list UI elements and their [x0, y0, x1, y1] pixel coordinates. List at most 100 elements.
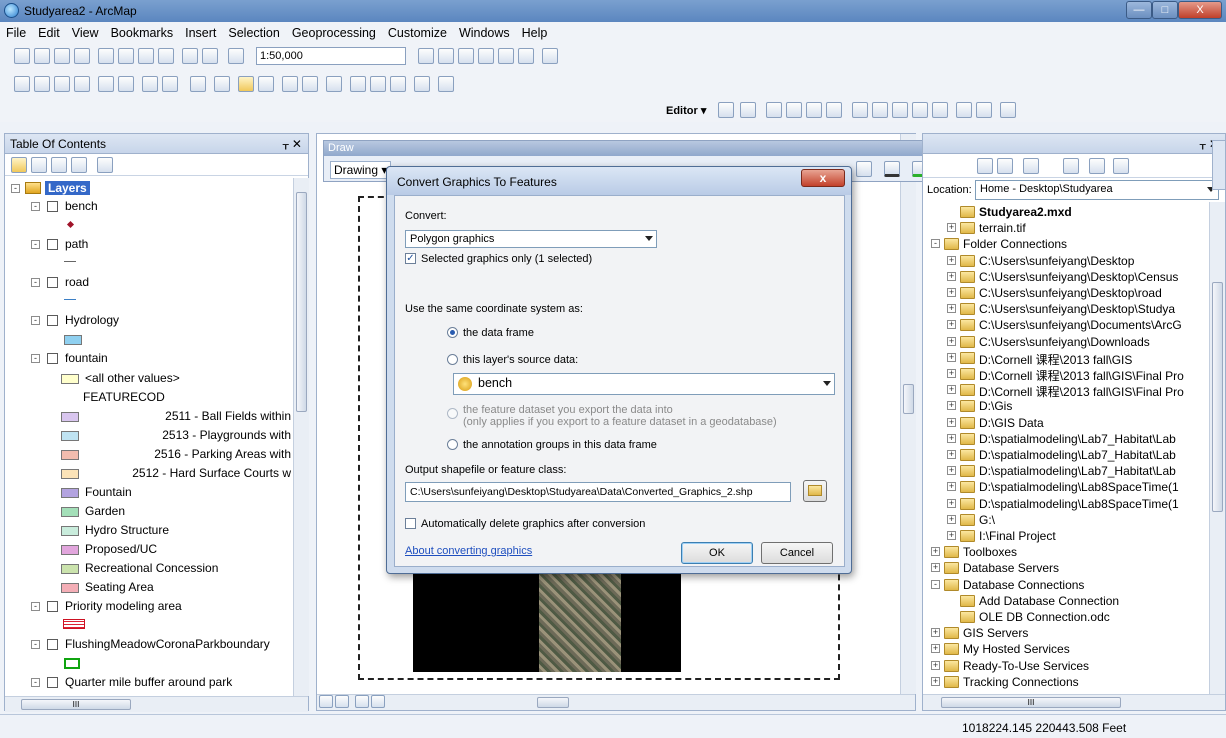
expand-icon[interactable]: + [947, 385, 956, 395]
menu-customize[interactable]: Customize [382, 22, 453, 40]
layer-visibility-checkbox[interactable] [47, 239, 58, 250]
delete-icon[interactable] [158, 48, 174, 64]
add-data-icon[interactable] [228, 48, 244, 64]
expand-icon[interactable]: + [947, 450, 956, 459]
trace-icon[interactable] [806, 102, 822, 118]
back-arrow-icon[interactable] [142, 76, 158, 92]
print-icon[interactable] [74, 48, 90, 64]
layer-visibility-checkbox[interactable] [47, 353, 58, 364]
redo-icon[interactable] [202, 48, 218, 64]
measure-icon[interactable] [326, 76, 342, 92]
radio-feature-dataset[interactable] [447, 408, 458, 419]
expand-icon[interactable]: + [947, 304, 956, 314]
edit-vertices-icon[interactable] [852, 102, 868, 118]
layout-hscroll-thumb[interactable] [537, 697, 569, 708]
layout-vertical-scrollbar[interactable] [900, 134, 916, 694]
expand-icon[interactable]: + [947, 320, 956, 330]
legend-class-item[interactable]: Hydro Structure [5, 522, 294, 540]
html-popup-icon[interactable] [302, 76, 318, 92]
attributes-icon[interactable] [956, 102, 972, 118]
layer-visibility-checkbox[interactable] [47, 639, 58, 650]
create-viewer-window-icon[interactable] [438, 76, 454, 92]
arccatalog-icon[interactable] [1089, 158, 1105, 174]
legend-class-item[interactable]: Recreational Concession [5, 560, 294, 578]
catalog-window-icon[interactable] [458, 48, 474, 64]
toc-pin-close[interactable]: ᚁ ✕ [283, 137, 302, 151]
collapse-icon[interactable]: - [31, 678, 40, 687]
expand-icon[interactable]: + [947, 498, 956, 508]
layer-visibility-checkbox[interactable] [47, 315, 58, 326]
menu-file[interactable]: File [0, 22, 32, 40]
expand-icon[interactable]: + [931, 644, 940, 654]
collapse-icon[interactable]: - [31, 602, 40, 611]
full-extent-icon[interactable] [74, 76, 90, 92]
menu-view[interactable]: View [66, 22, 105, 40]
straight-segment-icon[interactable] [766, 102, 782, 118]
rotate-icon[interactable] [932, 102, 948, 118]
expand-icon[interactable]: + [947, 531, 956, 540]
refresh-catalog-icon[interactable] [1063, 158, 1079, 174]
menu-geoprocessing[interactable]: Geoprocessing [286, 22, 382, 40]
maximize-button[interactable]: □ [1152, 1, 1178, 19]
time-slider-icon[interactable] [414, 76, 430, 92]
legend-class-item[interactable]: Proposed/UC [5, 541, 294, 559]
reshape-icon[interactable] [872, 102, 888, 118]
select-elements-icon[interactable] [238, 76, 254, 92]
expand-icon[interactable]: + [931, 676, 940, 686]
ok-button[interactable]: OK [681, 542, 753, 564]
list-by-drawing-order-icon[interactable] [11, 157, 27, 173]
toc-vertical-scrollbar[interactable] [293, 178, 309, 696]
save-icon[interactable] [54, 48, 70, 64]
collapse-icon[interactable]: - [11, 184, 20, 193]
selected-only-checkbox[interactable]: ✓ [405, 253, 416, 264]
menu-edit[interactable]: Edit [32, 22, 66, 40]
collapse-icon[interactable]: - [31, 316, 40, 325]
pause-drawing-icon[interactable] [371, 695, 385, 708]
menu-windows[interactable]: Windows [453, 22, 516, 40]
layout-scroll-thumb[interactable] [903, 384, 914, 414]
cut-polygons-icon[interactable] [892, 102, 908, 118]
browse-folder-button[interactable] [803, 480, 827, 502]
auto-delete-checkbox[interactable] [405, 518, 416, 529]
layout-horizontal-scrollbar[interactable] [317, 694, 915, 710]
about-converting-link[interactable]: About converting graphics [405, 545, 532, 557]
fixed-zoom-out-icon[interactable] [118, 76, 134, 92]
cut-icon[interactable] [98, 48, 114, 64]
identify-icon[interactable] [258, 76, 274, 92]
editor-toolbar-icon[interactable] [418, 48, 434, 64]
legend-class-item[interactable]: Seating Area [5, 579, 294, 597]
catalog-horizontal-scrollbar[interactable]: III [923, 694, 1225, 710]
collapse-icon[interactable]: - [31, 278, 40, 287]
expand-icon[interactable]: + [931, 660, 940, 670]
expand-icon[interactable]: + [947, 433, 956, 443]
expand-icon[interactable]: + [947, 466, 956, 476]
collapse-icon[interactable]: - [31, 640, 40, 649]
refresh-icon[interactable] [355, 695, 369, 708]
cancel-button[interactable]: Cancel [761, 542, 833, 564]
search-side-tab[interactable] [1212, 140, 1226, 190]
legend-class-item[interactable]: Fountain [5, 484, 294, 502]
toggle-contents-icon[interactable] [1023, 158, 1039, 174]
toc-horizontal-scrollbar[interactable]: III [5, 696, 308, 712]
toc-hscroll-thumb[interactable]: III [21, 699, 131, 710]
radio-data-frame[interactable] [447, 327, 458, 338]
expand-icon[interactable]: + [947, 417, 956, 427]
catalog-scroll-thumb[interactable] [1212, 282, 1223, 512]
convert-type-select[interactable]: Polygon graphics [405, 230, 657, 248]
radio-annotation-groups[interactable] [447, 439, 458, 450]
expand-icon[interactable]: + [947, 255, 956, 265]
model-builder-icon[interactable] [542, 48, 558, 64]
expand-icon[interactable]: + [931, 628, 940, 638]
python-window-icon[interactable] [518, 48, 534, 64]
search-window-icon[interactable] [478, 48, 494, 64]
menu-insert[interactable]: Insert [179, 22, 222, 40]
catalog-hscroll-thumb[interactable]: III [941, 697, 1121, 708]
line-color-icon[interactable] [884, 161, 900, 177]
expand-icon[interactable]: + [947, 401, 956, 411]
close-window-button[interactable]: X [1178, 1, 1222, 19]
legend-class-item[interactable]: <all other values> [5, 370, 294, 388]
zoom-in-icon[interactable] [14, 76, 30, 92]
expand-icon[interactable]: + [947, 336, 956, 346]
layer-visibility-checkbox[interactable] [47, 601, 58, 612]
toc-options-icon[interactable] [97, 157, 113, 173]
